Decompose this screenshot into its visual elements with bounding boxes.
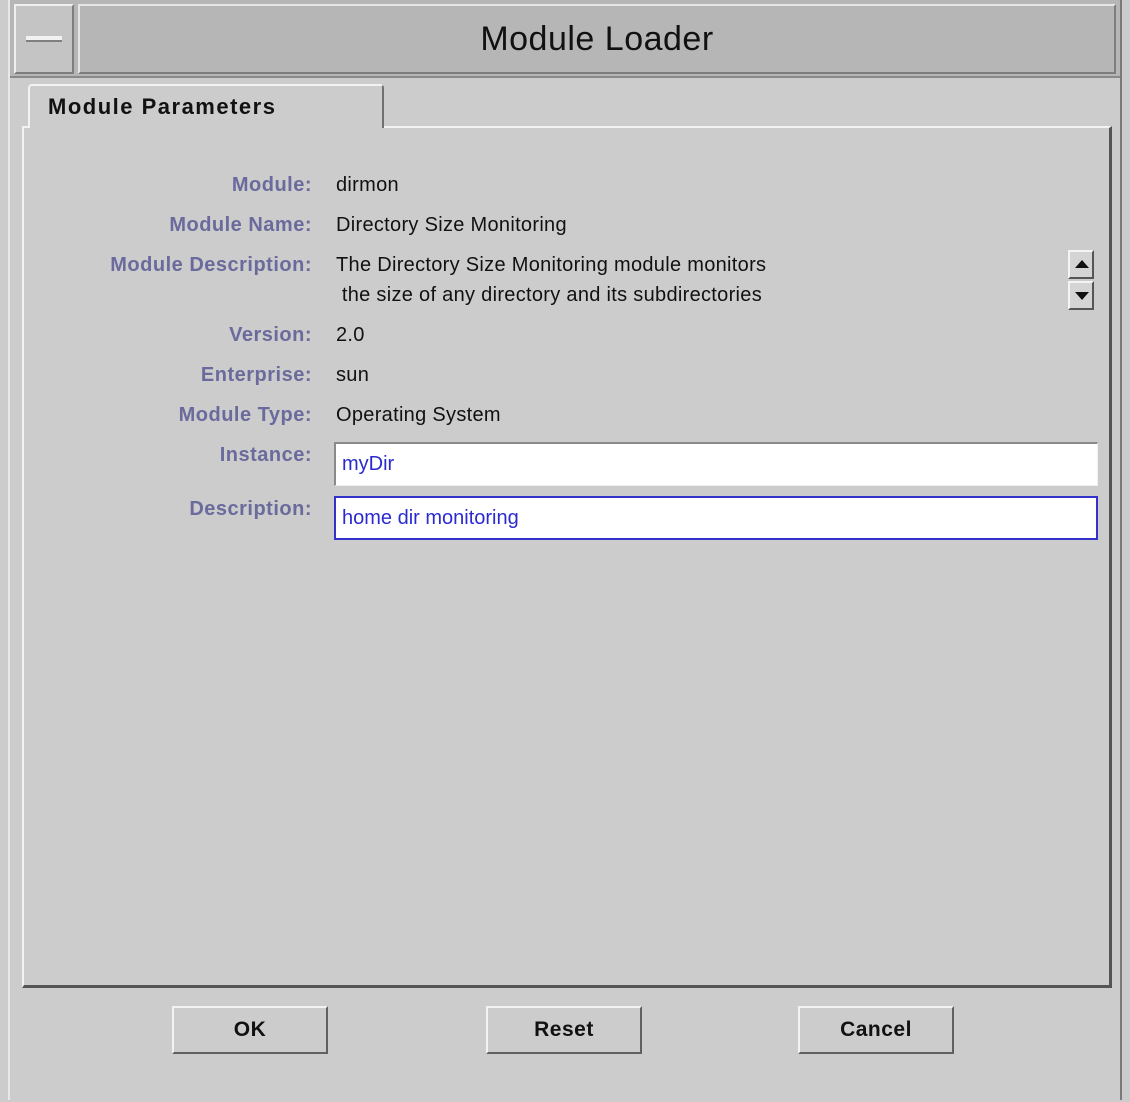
module-type-label: Module Type:: [178, 404, 312, 426]
instance-input[interactable]: [334, 442, 1098, 486]
enterprise-label: Enterprise:: [200, 364, 312, 386]
version-label: Version:: [229, 324, 312, 346]
window-menu-icon: [26, 36, 62, 42]
window-menu-button[interactable]: [14, 4, 74, 74]
cancel-button[interactable]: Cancel: [798, 1006, 954, 1054]
arrow-up-icon: [1075, 260, 1089, 268]
ok-button[interactable]: OK: [172, 1006, 328, 1054]
module-value: dirmon: [336, 174, 399, 196]
version-value: 2.0: [336, 324, 365, 346]
title-drag-area[interactable]: Module Loader: [78, 4, 1116, 74]
module-description-line-2: the size of any directory and its subdir…: [336, 284, 763, 306]
module-loader-window: Module Loader Module Parameters Module: …: [8, 0, 1122, 1100]
instance-label: Instance:: [219, 444, 312, 466]
module-type-value: Operating System: [336, 404, 501, 426]
dialog-button-bar: OK Reset Cancel: [10, 992, 1120, 1098]
title-bar: Module Loader: [10, 0, 1120, 78]
scroll-up-button[interactable]: [1068, 250, 1094, 279]
module-name-label: Module Name:: [169, 214, 312, 236]
module-description-line-1: The Directory Size Monitoring module mon…: [336, 254, 767, 276]
reset-button[interactable]: Reset: [486, 1006, 642, 1054]
enterprise-value: sun: [336, 364, 370, 386]
description-label: Description:: [189, 498, 312, 520]
tab-module-parameters[interactable]: Module Parameters: [28, 84, 384, 128]
module-description-label: Module Description:: [110, 254, 312, 276]
module-parameters-panel: Module: dirmon Module Name: Directory Si…: [22, 126, 1112, 988]
arrow-down-icon: [1075, 292, 1089, 300]
scroll-down-button[interactable]: [1068, 281, 1094, 310]
description-input[interactable]: [334, 496, 1098, 540]
description-scroll-control: [1068, 250, 1096, 312]
tab-label: Module Parameters: [48, 94, 277, 119]
module-label: Module:: [231, 174, 312, 196]
window-title: Module Loader: [480, 19, 714, 58]
module-name-value: Directory Size Monitoring: [336, 214, 567, 236]
